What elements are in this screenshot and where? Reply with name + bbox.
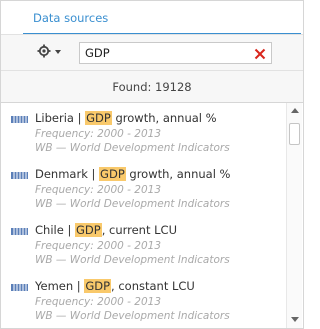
chevron-up-icon [291, 108, 299, 113]
result-frequency: Frequency: 2000 - 2013 [35, 128, 162, 140]
results-count: Found: 19128 [112, 80, 192, 94]
dataset-icon [11, 228, 28, 235]
gear-icon [37, 44, 51, 58]
results-scrollbar[interactable] [286, 103, 302, 328]
search-highlight: GDP [85, 111, 112, 125]
close-icon [254, 48, 266, 60]
result-title: Chile | GDP, current LCU [35, 223, 177, 237]
result-source: WB — World Development Indicators [35, 142, 230, 154]
result-title: Yemen | GDP, constant LCU [35, 279, 195, 293]
result-frequency: Frequency: 2000 - 2013 [35, 184, 162, 196]
scroll-down-button[interactable] [290, 316, 300, 324]
list-item[interactable]: Yemen | GDP, constant LCU Frequency: 200… [1, 271, 286, 327]
tab-header: Data sources [1, 1, 303, 35]
search-highlight: GDP [99, 167, 126, 181]
dataset-icon [11, 116, 28, 123]
result-title: Liberia | GDP growth, annual % [35, 111, 217, 125]
result-source: WB — World Development Indicators [35, 254, 230, 266]
data-sources-panel: Data sources Found: 1 [0, 0, 304, 329]
dataset-icon [11, 172, 28, 179]
search-highlight: GDP [84, 279, 112, 293]
dataset-icon [11, 284, 28, 291]
list-item[interactable]: Denmark | GDP growth, annual % Frequency… [1, 159, 286, 215]
clear-search-button[interactable] [253, 46, 267, 60]
search-input[interactable] [80, 43, 250, 63]
scrollbar-thumb[interactable] [289, 123, 300, 145]
chevron-down-icon [55, 50, 61, 54]
result-frequency: Frequency: 2000 - 2013 [35, 296, 162, 308]
result-source: WB — World Development Indicators [35, 310, 230, 322]
search-bar [1, 34, 303, 71]
result-source: WB — World Development Indicators [35, 198, 230, 210]
search-settings-button[interactable] [37, 44, 67, 62]
tab-data-sources[interactable]: Data sources [33, 11, 108, 25]
chevron-down-icon [291, 317, 299, 322]
search-field [79, 42, 272, 64]
result-frequency: Frequency: 2000 - 2013 [35, 240, 162, 252]
search-highlight: GDP [74, 223, 102, 237]
results-count-bar: Found: 19128 [1, 71, 303, 103]
results-list: Liberia | GDP growth, annual % Frequency… [1, 103, 286, 328]
list-item[interactable]: Chile | GDP, current LCU Frequency: 2000… [1, 215, 286, 271]
result-title: Denmark | GDP growth, annual % [35, 167, 231, 181]
list-item[interactable]: Liberia | GDP growth, annual % Frequency… [1, 103, 286, 159]
scroll-up-button[interactable] [290, 107, 300, 115]
